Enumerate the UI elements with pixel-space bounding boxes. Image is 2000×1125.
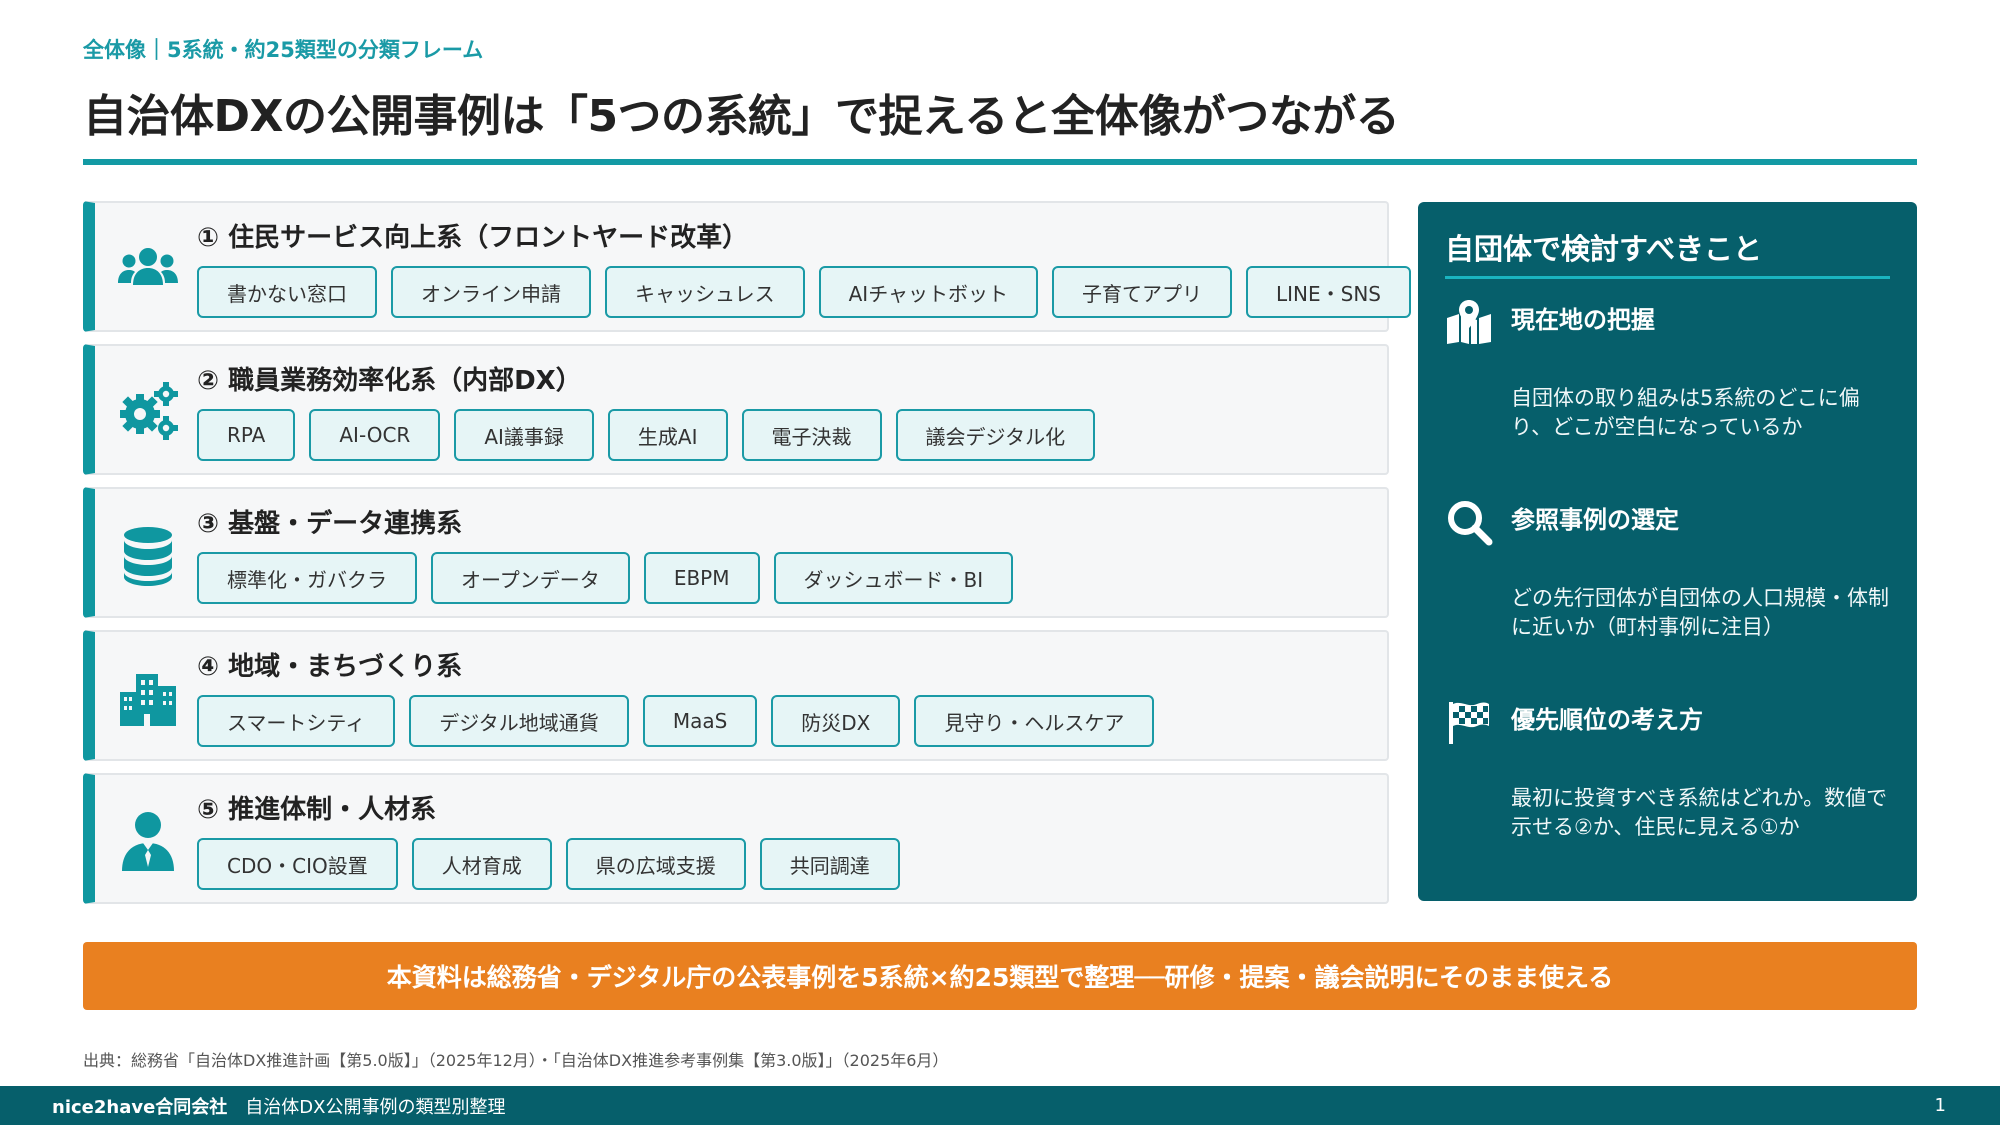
- category-tag: オープンデータ: [431, 552, 630, 604]
- category-tag: 書かない窓口: [197, 266, 377, 318]
- consideration-heading: 優先順位の考え方: [1511, 706, 1703, 734]
- category-tag: 標準化・ガバクラ: [197, 552, 417, 604]
- panel-title: 自団体で検討すべきこと: [1445, 232, 1762, 266]
- page-number: 1: [1934, 1095, 1946, 1116]
- category-tag: 見守り・ヘルスケア: [914, 695, 1155, 747]
- category-tag: AI議事録: [454, 409, 594, 461]
- category-tag: LINE・SNS: [1246, 266, 1411, 318]
- consideration-body: 最初に投資すべき系統はどれか。数値で示せる②か、住民に見える①か: [1511, 786, 1888, 839]
- category-tag: 県の広域支援: [565, 838, 746, 890]
- category-tag: 子育てアプリ: [1052, 266, 1232, 318]
- category-title: ⑤ 推進体制・人材系: [197, 795, 437, 825]
- category-title: ③ 基盤・データ連携系: [197, 509, 463, 539]
- consideration-body: どの先行団体が自団体の人口規模・体制に近いか（町村事例に注目）: [1511, 586, 1889, 639]
- magnifier-icon: [1445, 498, 1493, 546]
- category-title: ① 住民サービス向上系（フロントヤード改革）: [197, 223, 749, 253]
- category-card-community: ④ 地域・まちづくり系 スマートシティ デジタル地域通貨 MaaS 防災DX 見…: [83, 630, 1389, 761]
- category-tag: AIチャットボット: [818, 266, 1038, 318]
- tag-row: スマートシティ デジタル地域通貨 MaaS 防災DX 見守り・ヘルスケア: [197, 695, 1155, 747]
- category-tag: EBPM: [643, 552, 760, 604]
- category-tag: ダッシュボード・BI: [773, 552, 1014, 604]
- document-name: 自治体DX公開事例の類型別整理: [245, 1096, 506, 1118]
- category-tag: 人材育成: [411, 838, 552, 890]
- category-tag: AI-OCR: [309, 409, 441, 461]
- category-tag: MaaS: [642, 695, 758, 747]
- category-tag: RPA: [197, 409, 296, 461]
- footer-bar: nice2have合同会社 自治体DX公開事例の類型別整理 1: [0, 1086, 2000, 1125]
- category-tag: 生成AI: [607, 409, 728, 461]
- category-title: ④ 地域・まちづくり系: [197, 652, 463, 682]
- category-tag: デジタル地域通貨: [409, 695, 629, 747]
- tag-row: RPA AI-OCR AI議事録 生成AI 電子決裁 議会デジタル化: [197, 409, 1096, 461]
- category-tag: 議会デジタル化: [895, 409, 1096, 461]
- tag-row: CDO・CIO設置 人材育成 県の広域支援 共同調達: [197, 838, 900, 890]
- checkered-flag-icon: [1445, 698, 1493, 746]
- company-name: nice2have合同会社: [52, 1096, 228, 1118]
- tag-row: 標準化・ガバクラ オープンデータ EBPM ダッシュボード・BI: [197, 552, 1014, 604]
- consideration-heading: 現在地の把握: [1511, 306, 1655, 334]
- category-title: ② 職員業務効率化系（内部DX）: [197, 366, 582, 396]
- category-card-staff-efficiency: ② 職員業務効率化系（内部DX） RPA AI-OCR AI議事録 生成AI 電…: [83, 344, 1389, 475]
- person-tie-icon: [113, 809, 183, 873]
- map-pin-icon: [1445, 298, 1493, 346]
- category-tag: オンライン申請: [391, 266, 591, 318]
- consideration-body: 自団体の取り組みは5系統のどこに偏り、どこが空白になっているか: [1511, 386, 1860, 439]
- category-tag: 電子決裁: [741, 409, 882, 461]
- gears-icon: [113, 380, 183, 444]
- category-tag: 防災DX: [771, 695, 901, 747]
- category-tag: キャッシュレス: [605, 266, 805, 318]
- consideration-heading: 参照事例の選定: [1511, 506, 1679, 534]
- category-tag: スマートシティ: [197, 695, 396, 747]
- category-tag: 共同調達: [759, 838, 900, 890]
- considerations-panel: 自団体で検討すべきこと 現在地の把握 自団体の取り組みは5系統のどこに偏り、どこ…: [1418, 202, 1917, 901]
- key-message-banner: 本資料は総務省・デジタル庁の公表事例を5系統×約25類型で整理──研修・提案・議…: [83, 942, 1917, 1010]
- category-card-data-platform: ③ 基盤・データ連携系 標準化・ガバクラ オープンデータ EBPM ダッシュボー…: [83, 487, 1389, 618]
- database-icon: [113, 523, 183, 587]
- city-icon: [113, 666, 183, 730]
- source-note: 出典：総務省「自治体DX推進計画【第5.0版】」（2025年12月）・「自治体D…: [83, 1051, 949, 1070]
- category-list: ① 住民サービス向上系（フロントヤード改革） 書かない窓口 オンライン申請 キャ…: [83, 201, 1411, 916]
- title-divider: [83, 159, 1917, 165]
- category-card-resident-services: ① 住民サービス向上系（フロントヤード改革） 書かない窓口 オンライン申請 キャ…: [83, 201, 1411, 332]
- panel-divider: [1445, 276, 1890, 279]
- eyebrow-label: 全体像｜5系統・約25類型の分類フレーム: [83, 38, 484, 62]
- category-card-governance-talent: ⑤ 推進体制・人材系 CDO・CIO設置 人材育成 県の広域支援 共同調達: [83, 773, 1389, 904]
- category-tag: CDO・CIO設置: [197, 838, 398, 890]
- tag-row: 書かない窓口 オンライン申請 キャッシュレス AIチャットボット 子育てアプリ …: [197, 266, 1411, 318]
- people-group-icon: [113, 237, 183, 301]
- page-title: 自治体DXの公開事例は「5つの系統」で捉えると全体像がつながる: [83, 91, 1400, 142]
